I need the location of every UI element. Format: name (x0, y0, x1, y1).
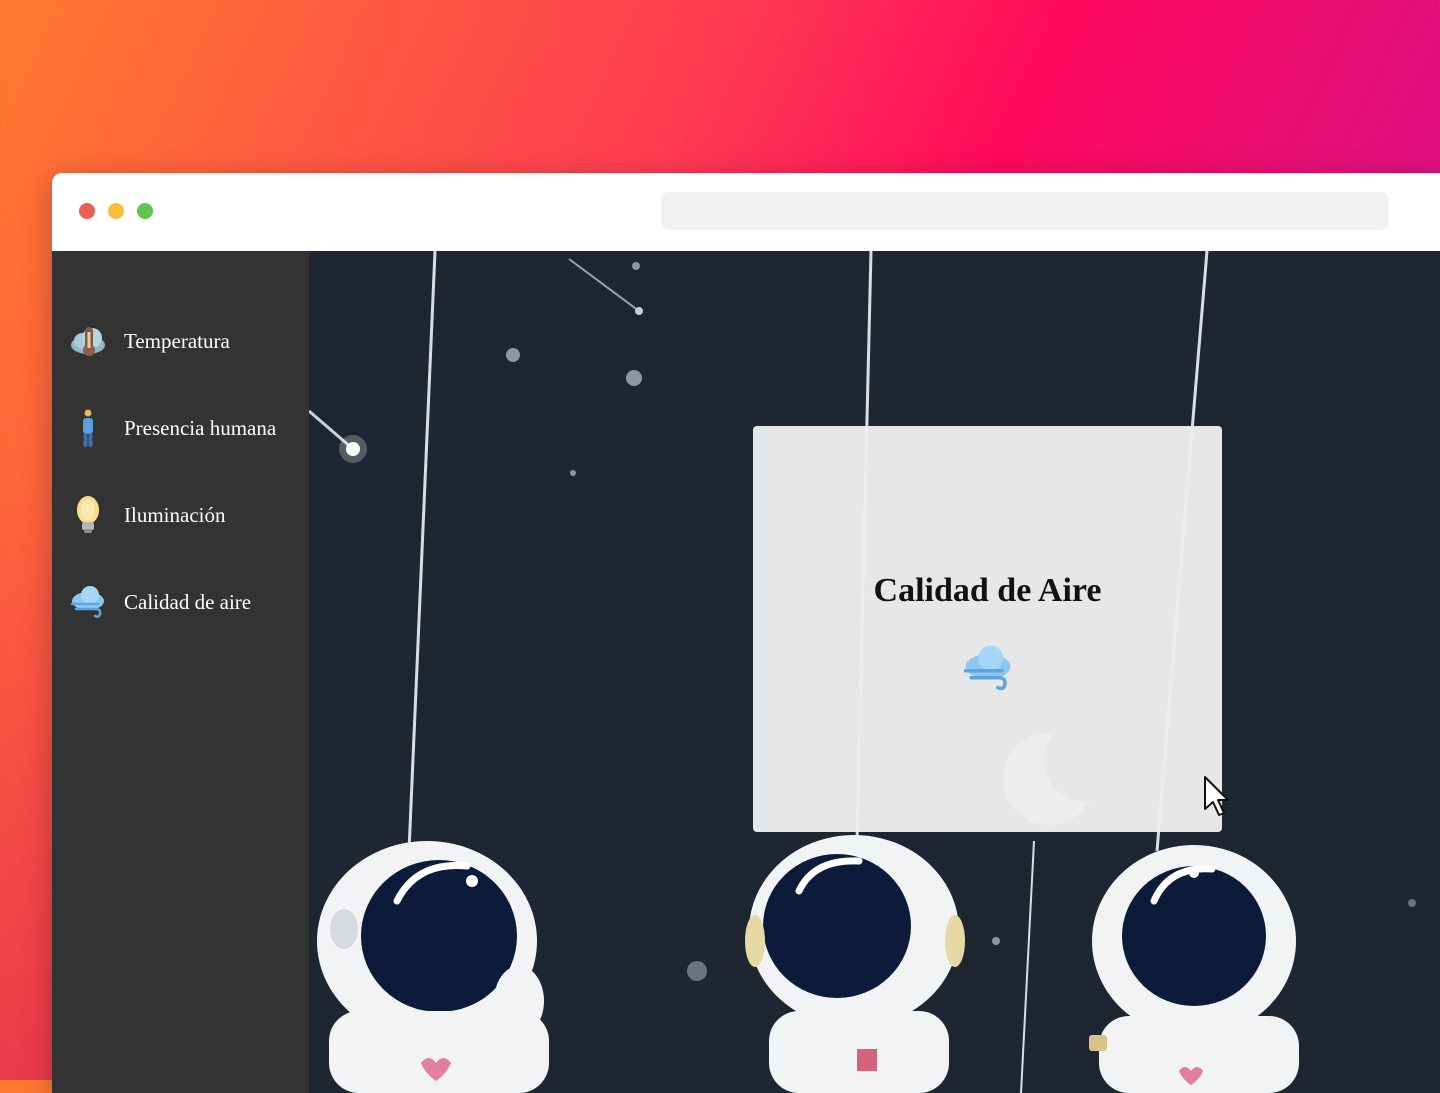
sidebar: Temperatura Presencia humana Iluminación… (52, 251, 309, 1093)
mouse-cursor-icon (1203, 775, 1231, 822)
browser-window: Temperatura Presencia humana Iluminación… (52, 173, 1440, 1093)
sidebar-item-label: Calidad de aire (124, 589, 252, 614)
lightbulb-icon (68, 495, 108, 535)
air-quality-card: Calidad de Aire (753, 426, 1222, 832)
main-content: Calidad de Aire (309, 251, 1440, 1093)
sidebar-item-presencia-humana[interactable]: Presencia humana (68, 406, 276, 450)
sidebar-item-iluminacion[interactable]: Iluminación (68, 493, 225, 537)
sidebar-item-temperatura[interactable]: Temperatura (68, 319, 230, 363)
close-window-button[interactable] (79, 203, 95, 219)
maximize-window-button[interactable] (137, 203, 153, 219)
sidebar-item-calidad-de-aire[interactable]: Calidad de aire (68, 580, 251, 624)
sidebar-item-label: Presencia humana (124, 415, 277, 440)
cloud-wind-icon (958, 640, 1018, 701)
title-bar (52, 173, 1440, 251)
thermometer-cloud-icon (68, 321, 108, 361)
address-bar[interactable] (661, 192, 1389, 230)
minimize-window-button[interactable] (108, 203, 124, 219)
sidebar-item-label: Temperatura (124, 328, 230, 353)
sidebar-item-label: Iluminación (124, 502, 226, 527)
card-title: Calidad de Aire (873, 572, 1102, 609)
cloud-wind-icon (68, 582, 108, 622)
person-icon (68, 408, 108, 448)
